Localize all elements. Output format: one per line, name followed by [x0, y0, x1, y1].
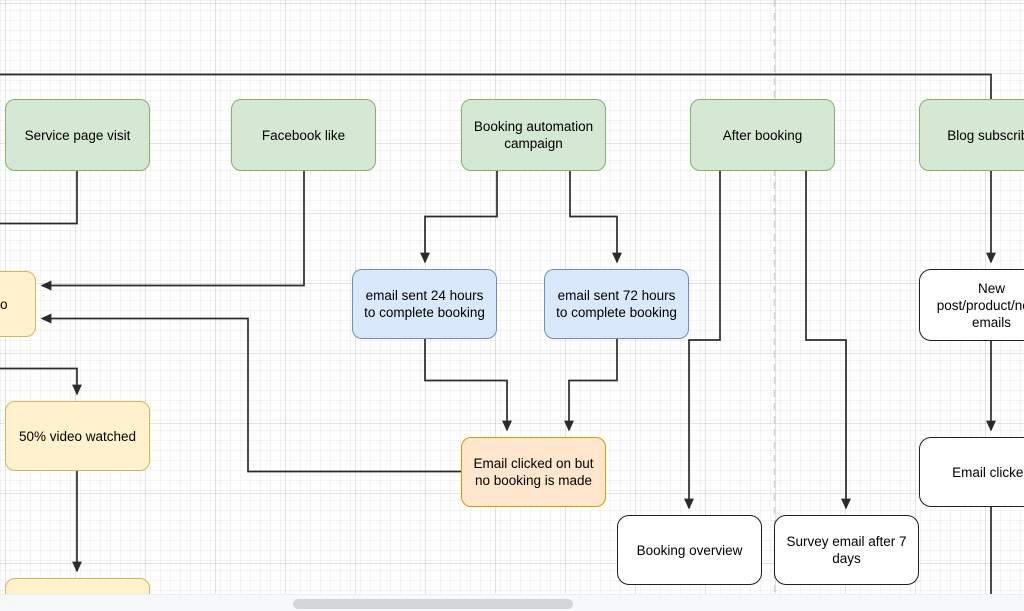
edge-email-72h-to-email-clicked-nobook	[564, 339, 618, 432]
node-video[interactable]: eo	[0, 271, 36, 337]
node-service-page-visit[interactable]: Service page visit	[5, 99, 150, 171]
node-email-sent-24-hours[interactable]: email sent 24 hours to complete booking	[352, 269, 497, 339]
edge-left-branch-to-video-50-watched	[0, 367, 82, 396]
node-after-booking[interactable]: After booking	[690, 99, 835, 171]
edge-after-booking-to-booking-overview	[684, 171, 721, 510]
node-survey-email-after-7-days[interactable]: Survey email after 7 days	[774, 515, 919, 585]
horizontal-scrollbar-thumb[interactable]	[293, 599, 573, 609]
horizontal-scrollbar[interactable]	[0, 594, 1024, 611]
edge-booking-automation-to-email-72h	[569, 171, 622, 264]
edge-email-24h-to-email-clicked-nobook	[424, 339, 512, 432]
edge-top-spine-to-blog-subscribe	[0, 73, 992, 99]
edge-after-booking-to-survey-email	[805, 171, 851, 510]
node-facebook-like[interactable]: Facebook like	[231, 99, 376, 171]
node-50-percent-video-watched[interactable]: 50% video watched	[5, 401, 150, 471]
node-booking-overview[interactable]: Booking overview	[617, 515, 762, 585]
node-email-clicked[interactable]: Email clicked	[919, 437, 1024, 507]
edge-service-page-visit-out-left	[0, 171, 78, 225]
diagram-canvas[interactable]: Service page visit Facebook like Booking…	[0, 0, 1024, 611]
node-email-sent-72-hours[interactable]: email sent 72 hours to complete booking	[544, 269, 689, 339]
node-email-clicked-no-booking[interactable]: Email clicked on but no booking is made	[461, 437, 606, 507]
node-blog-subscribe[interactable]: Blog subscribe	[919, 99, 1024, 171]
edge-booking-automation-to-email-24h	[420, 171, 498, 264]
node-new-post-product-news-emails[interactable]: New post/product/news emails	[919, 269, 1024, 341]
node-booking-automation-campaign[interactable]: Booking automation campaign	[461, 99, 606, 171]
edge-facebook-like-to-video-node	[40, 171, 305, 291]
